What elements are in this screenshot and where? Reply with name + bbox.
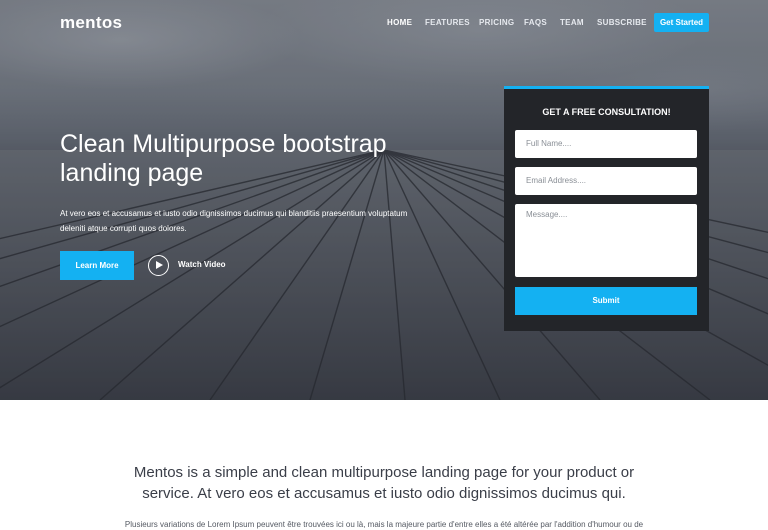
hero-title: Clean Multipurpose bootstrap landing pag… [60, 130, 387, 187]
nav-item-features[interactable]: FEATURES [425, 18, 470, 27]
main-nav: HOME FEATURES PRICING FAQS TEAM SUBSCRIB… [0, 18, 768, 32]
nav-item-subscribe[interactable]: SUBSCRIBE [597, 18, 647, 27]
get-started-button[interactable]: Get Started [654, 13, 709, 32]
form-title: GET A FREE CONSULTATION! [542, 107, 671, 117]
nav-item-faqs[interactable]: FAQS [524, 18, 547, 27]
nav-item-team[interactable]: TEAM [560, 18, 584, 27]
nav-item-home[interactable]: HOME [387, 18, 412, 27]
watch-video-link[interactable]: Watch Video [178, 260, 226, 269]
submit-button[interactable]: Submit [515, 287, 697, 315]
full-name-field[interactable]: Full Name.... [515, 130, 697, 158]
email-field[interactable]: Email Address.... [515, 167, 697, 195]
consultation-form: GET A FREE CONSULTATION! Full Name.... E… [504, 86, 709, 331]
nav-item-pricing[interactable]: PRICING [479, 18, 514, 27]
hero-description: At vero eos et accusamus et iusto odio d… [60, 209, 408, 233]
message-field[interactable]: Message.... [515, 204, 697, 277]
intro-text: Mentos is a simple and clean multipurpos… [133, 464, 635, 502]
play-icon[interactable] [148, 255, 169, 276]
learn-more-button[interactable]: Learn More [60, 251, 134, 280]
intro-paragraph: Plusieurs variations de Lorem Ipsum peuv… [124, 520, 644, 529]
